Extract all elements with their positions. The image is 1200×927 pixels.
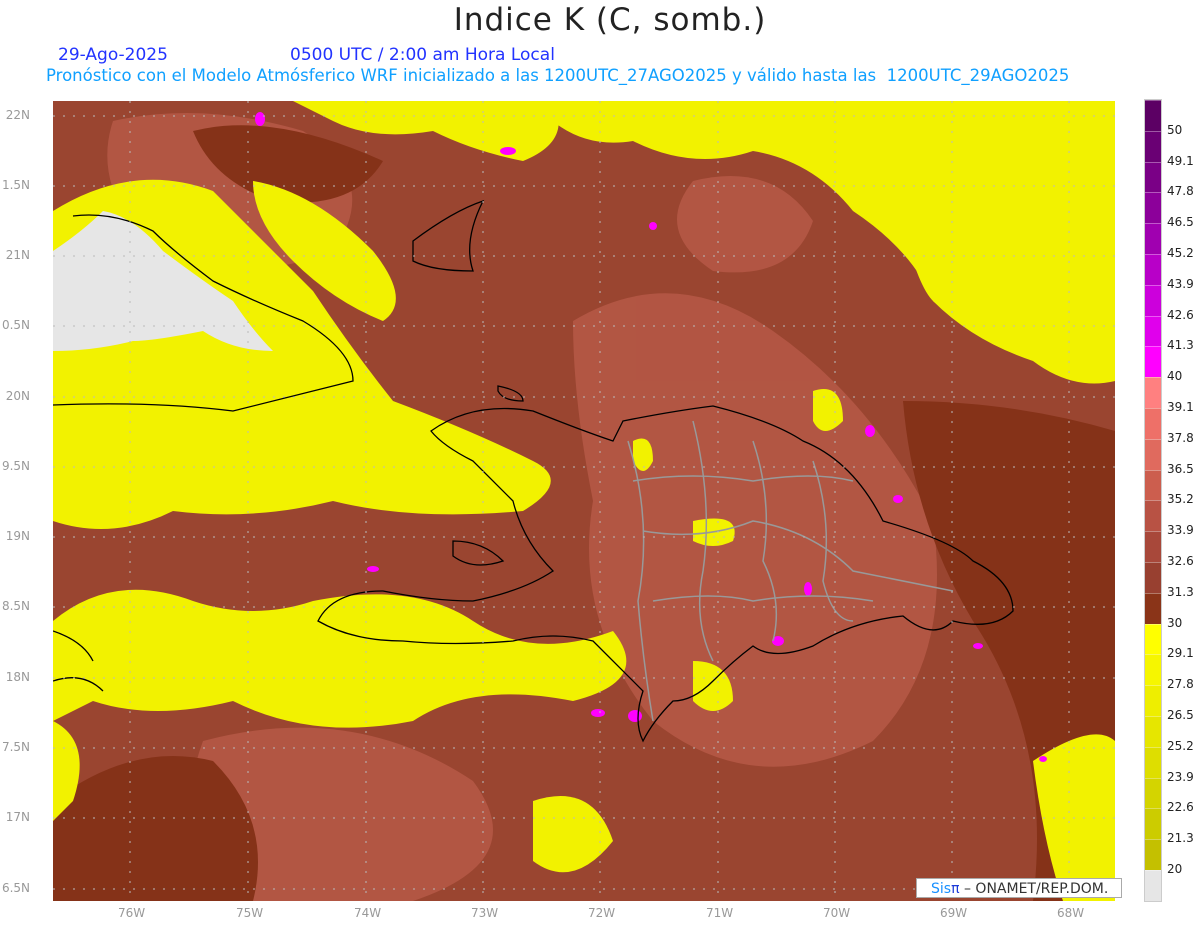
colorbar-label: 21.3 [1167, 831, 1194, 846]
colorbar-bin [1145, 315, 1161, 347]
lat-tick-label: 0.5N [1, 318, 30, 332]
colorbar-bin [1145, 346, 1161, 378]
colorbar-label: 33.9 [1167, 523, 1194, 538]
colorbar-label: 22.6 [1167, 800, 1194, 815]
colorbar-label: 29.1 [1167, 646, 1194, 661]
colorbar-label: 31.3 [1167, 584, 1194, 599]
lat-tick-label: 9.5N [1, 459, 30, 473]
lon-tick-label: 69W [940, 906, 968, 920]
lat-tick-label: 18N [5, 670, 30, 684]
lon-tick-label: 72W [588, 906, 616, 920]
colorbar-bin [1145, 100, 1161, 132]
lat-tick-label: 21N [5, 248, 30, 262]
colorbar-bin [1145, 223, 1161, 255]
lon-tick-label: 75W [236, 906, 264, 920]
map-canvas [53, 101, 1115, 901]
colorbar-bin [1145, 500, 1161, 532]
colorbar-label: 46.5 [1167, 215, 1194, 230]
colorbar-label: 39.1 [1167, 400, 1194, 414]
colorbar-bin [1145, 192, 1161, 224]
colorbar-label: 26.5 [1167, 708, 1194, 722]
colorbar-bin [1145, 839, 1161, 871]
colorbar-bin [1145, 408, 1161, 440]
colorbar-bin [1145, 254, 1161, 286]
colorbar-bin [1145, 284, 1161, 317]
colorbar-label: 41.3 [1167, 338, 1194, 353]
colorbar-bin [1145, 623, 1161, 655]
colorbar-bin [1145, 777, 1161, 809]
lon-tick-label: 74W [354, 906, 382, 920]
colorbar-label: 36.5 [1167, 461, 1194, 476]
credit-brand-pi: π [951, 881, 960, 897]
lat-tick-label: 22N [5, 108, 30, 122]
colorbar-label: 49.1 [1167, 153, 1194, 168]
lat-tick-label: 19N [5, 529, 30, 543]
colorbar-label: 42.6 [1167, 307, 1194, 322]
colorbar-bin [1145, 592, 1161, 625]
colorbar-bin [1145, 808, 1161, 840]
colorbar-bin [1145, 377, 1161, 409]
lon-tick-label: 76W [118, 906, 146, 920]
lon-tick-label: 73W [471, 906, 499, 920]
forecast-subtitle: Pronóstico con el Modelo Atmósferico WRF… [46, 66, 1070, 85]
colorbar-bin [1145, 685, 1161, 717]
lat-tick-label: 17N [5, 810, 30, 824]
colorbar-label: 20 [1167, 862, 1183, 876]
k-index-map [53, 101, 1115, 901]
colorbar-bin [1145, 870, 1161, 902]
forecast-date: 29-Ago-2025 [58, 45, 168, 65]
colorbar-bin [1145, 130, 1161, 163]
colorbar-label: 37.8 [1167, 430, 1194, 445]
colorbar-label: 50 [1167, 122, 1183, 137]
colorbar-bin [1145, 469, 1161, 501]
colorbar-bin [1145, 746, 1161, 779]
colorbar-label: 40 [1167, 369, 1183, 384]
colorbar-label: 30 [1167, 615, 1183, 630]
colorbar-label: 25.2 [1167, 738, 1194, 753]
colorbar-bin [1145, 531, 1161, 563]
colorbar-bin [1145, 654, 1161, 686]
lat-tick-label: 8.5N [1, 599, 30, 613]
lat-tick-label: 6.5N [1, 881, 30, 895]
credit-box: Sisπ – ONAMET/REP.DOM. [916, 878, 1122, 898]
credit-brand-sis: Sis [931, 881, 952, 897]
colorbar-bin [1145, 716, 1161, 748]
colorbar-label: 35.2 [1167, 492, 1194, 507]
colorbar-label: 32.6 [1167, 554, 1194, 568]
colorbar-bin [1145, 161, 1161, 193]
credit-text: – ONAMET/REP.DOM. [963, 881, 1109, 897]
lat-tick-label: 7.5N [1, 740, 30, 754]
colorbar-label: 27.8 [1167, 677, 1194, 692]
forecast-time: 0500 UTC / 2:00 am Hora Local [290, 45, 555, 65]
colorbar-bin [1145, 562, 1161, 594]
lon-tick-label: 70W [823, 906, 851, 920]
colorbar-label: 23.9 [1167, 769, 1194, 784]
colorbar-label: 43.9 [1167, 276, 1194, 291]
colorbar-bin [1145, 438, 1161, 471]
map-title: Indice K (C, somb.) [453, 2, 767, 38]
colorbar-label: 47.8 [1167, 184, 1194, 199]
lat-tick-label: 20N [5, 389, 30, 403]
lon-tick-label: 68W [1057, 906, 1085, 920]
colorbar-label: 45.2 [1167, 246, 1194, 260]
lon-tick-label: 71W [706, 906, 734, 920]
lat-tick-label: 1.5N [1, 178, 30, 192]
colorbar [1144, 99, 1162, 902]
